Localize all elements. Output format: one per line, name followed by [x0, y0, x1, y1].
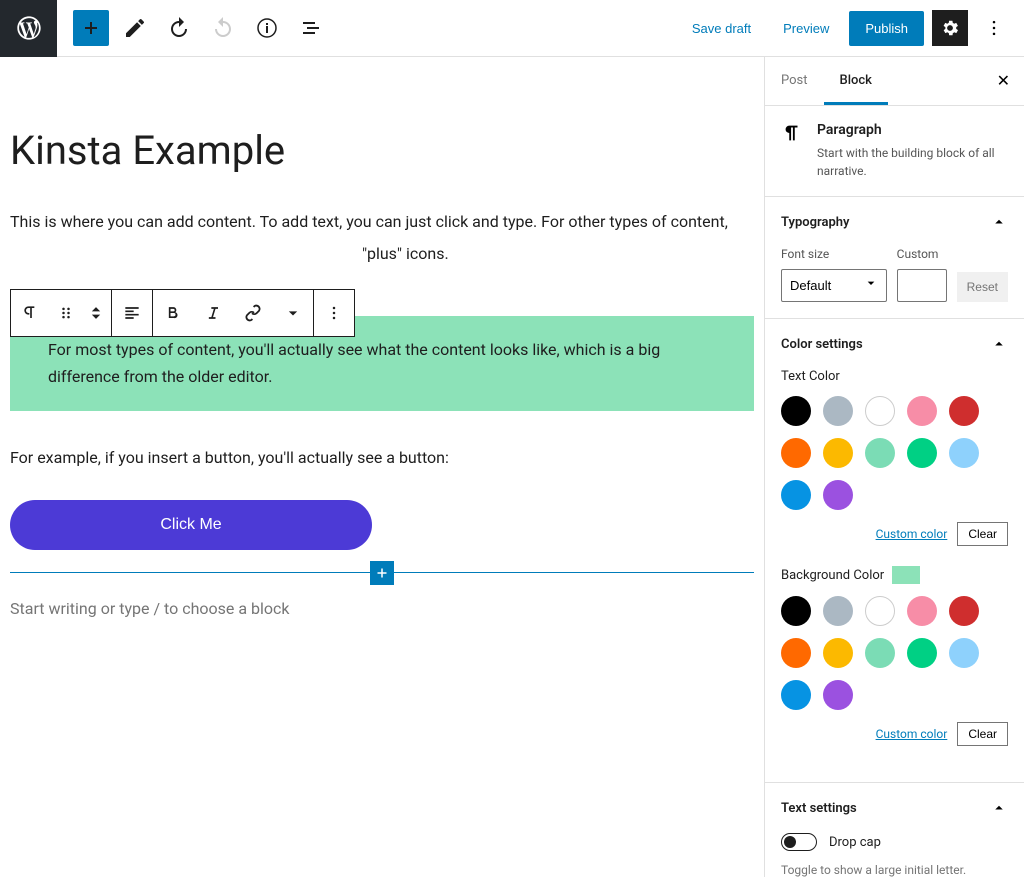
typography-panel: Typography Font size Default Custom Rese… [765, 197, 1024, 319]
color-panel: Color settings Text Color Custom color C… [765, 319, 1024, 783]
publish-button[interactable]: Publish [849, 11, 924, 46]
color-swatch[interactable] [907, 438, 937, 468]
bg-color-palette [781, 596, 1008, 710]
empty-block-placeholder[interactable]: Start writing or type / to choose a bloc… [10, 599, 754, 618]
block-more-button[interactable] [314, 290, 354, 336]
color-swatch[interactable] [823, 596, 853, 626]
reset-font-button[interactable]: Reset [957, 272, 1008, 302]
button-block[interactable]: Click Me [10, 500, 372, 550]
preview-button[interactable]: Preview [771, 13, 841, 44]
color-swatch[interactable] [823, 438, 853, 468]
edit-mode-button[interactable] [117, 10, 153, 46]
chevron-up-icon [990, 799, 1008, 817]
color-swatch[interactable] [823, 480, 853, 510]
paragraph-block-1[interactable]: This is where you can add content. To ad… [10, 209, 754, 235]
custom-font-size-input[interactable] [897, 269, 947, 302]
paragraph-block-1b[interactable]: "plus" icons. [362, 241, 754, 267]
drop-cap-help: Toggle to show a large initial letter. [765, 863, 1024, 877]
more-options-button[interactable] [976, 10, 1012, 46]
block-info: Paragraph Start with the building block … [765, 106, 1024, 197]
color-swatch[interactable] [949, 638, 979, 668]
editor-canvas[interactable]: Kinsta Example This is where you can add… [0, 57, 764, 877]
block-type-button[interactable] [11, 290, 51, 336]
align-button[interactable] [112, 290, 152, 336]
color-swatch[interactable] [907, 396, 937, 426]
bg-color-indicator [892, 566, 920, 584]
color-panel-toggle[interactable]: Color settings [765, 319, 1024, 369]
top-toolbar: Save draft Preview Publish [0, 0, 1024, 57]
paragraph-block-2[interactable]: For example, if you insert a button, you… [10, 445, 754, 471]
text-color-label: Text Color [781, 369, 1008, 384]
settings-sidebar: Post Block ✕ Paragraph Start with the bu… [764, 57, 1024, 877]
text-color-palette [781, 396, 1008, 510]
color-swatch[interactable] [949, 596, 979, 626]
tab-block[interactable]: Block [824, 57, 888, 105]
text-settings-toggle[interactable]: Text settings [765, 783, 1024, 833]
color-swatch[interactable] [865, 596, 895, 626]
color-swatch[interactable] [781, 680, 811, 710]
color-swatch[interactable] [781, 638, 811, 668]
block-description: Start with the building block of all nar… [817, 144, 1008, 180]
color-swatch[interactable] [949, 396, 979, 426]
undo-button[interactable] [161, 10, 197, 46]
text-settings-panel: Text settings Drop cap Toggle to show a … [765, 783, 1024, 877]
block-inserter-line [10, 572, 754, 573]
wordpress-logo[interactable] [0, 0, 57, 57]
color-swatch[interactable] [781, 438, 811, 468]
custom-label: Custom [897, 247, 947, 261]
info-button[interactable] [249, 10, 285, 46]
bold-button[interactable] [153, 290, 193, 336]
color-swatch[interactable] [781, 596, 811, 626]
typography-label: Typography [781, 215, 850, 230]
clear-text-color-button[interactable]: Clear [957, 522, 1008, 546]
italic-button[interactable] [193, 290, 233, 336]
inline-inserter-button[interactable] [370, 561, 394, 585]
toolbar-right: Save draft Preview Publish [680, 10, 1024, 46]
chevron-up-icon [990, 213, 1008, 231]
move-button[interactable] [81, 290, 111, 336]
bg-color-label: Background Color [781, 566, 1008, 584]
clear-bg-color-button[interactable]: Clear [957, 722, 1008, 746]
close-sidebar-button[interactable]: ✕ [983, 57, 1024, 105]
font-size-select[interactable]: Default [781, 269, 887, 302]
color-swatch[interactable] [949, 438, 979, 468]
redo-button[interactable] [205, 10, 241, 46]
link-button[interactable] [233, 290, 273, 336]
drop-cap-toggle[interactable] [781, 833, 817, 851]
color-swatch[interactable] [781, 396, 811, 426]
outline-button[interactable] [293, 10, 329, 46]
paragraph-icon [781, 122, 803, 180]
tab-post[interactable]: Post [765, 57, 824, 105]
sidebar-tabs: Post Block ✕ [765, 57, 1024, 106]
dropdown-button[interactable] [273, 290, 313, 336]
typography-panel-toggle[interactable]: Typography [765, 197, 1024, 247]
save-draft-button[interactable]: Save draft [680, 13, 763, 44]
color-swatch[interactable] [907, 596, 937, 626]
custom-bg-color-link[interactable]: Custom color [876, 727, 948, 741]
drop-cap-label: Drop cap [829, 835, 881, 850]
color-settings-label: Color settings [781, 337, 863, 352]
main-area: Kinsta Example This is where you can add… [0, 57, 1024, 877]
color-swatch[interactable] [907, 638, 937, 668]
color-swatch[interactable] [781, 480, 811, 510]
post-title[interactable]: Kinsta Example [10, 129, 754, 173]
color-swatch[interactable] [823, 638, 853, 668]
chevron-up-icon [990, 335, 1008, 353]
drag-handle[interactable] [51, 290, 81, 336]
color-swatch[interactable] [823, 396, 853, 426]
font-size-label: Font size [781, 247, 887, 261]
text-settings-label: Text settings [781, 801, 857, 816]
block-name: Paragraph [817, 122, 1008, 138]
add-block-button[interactable] [73, 10, 109, 46]
color-swatch[interactable] [823, 680, 853, 710]
color-swatch[interactable] [865, 438, 895, 468]
custom-text-color-link[interactable]: Custom color [876, 527, 948, 541]
toolbar-left [57, 10, 329, 46]
block-toolbar [10, 289, 355, 337]
color-swatch[interactable] [865, 638, 895, 668]
color-swatch[interactable] [865, 396, 895, 426]
settings-button[interactable] [932, 10, 968, 46]
